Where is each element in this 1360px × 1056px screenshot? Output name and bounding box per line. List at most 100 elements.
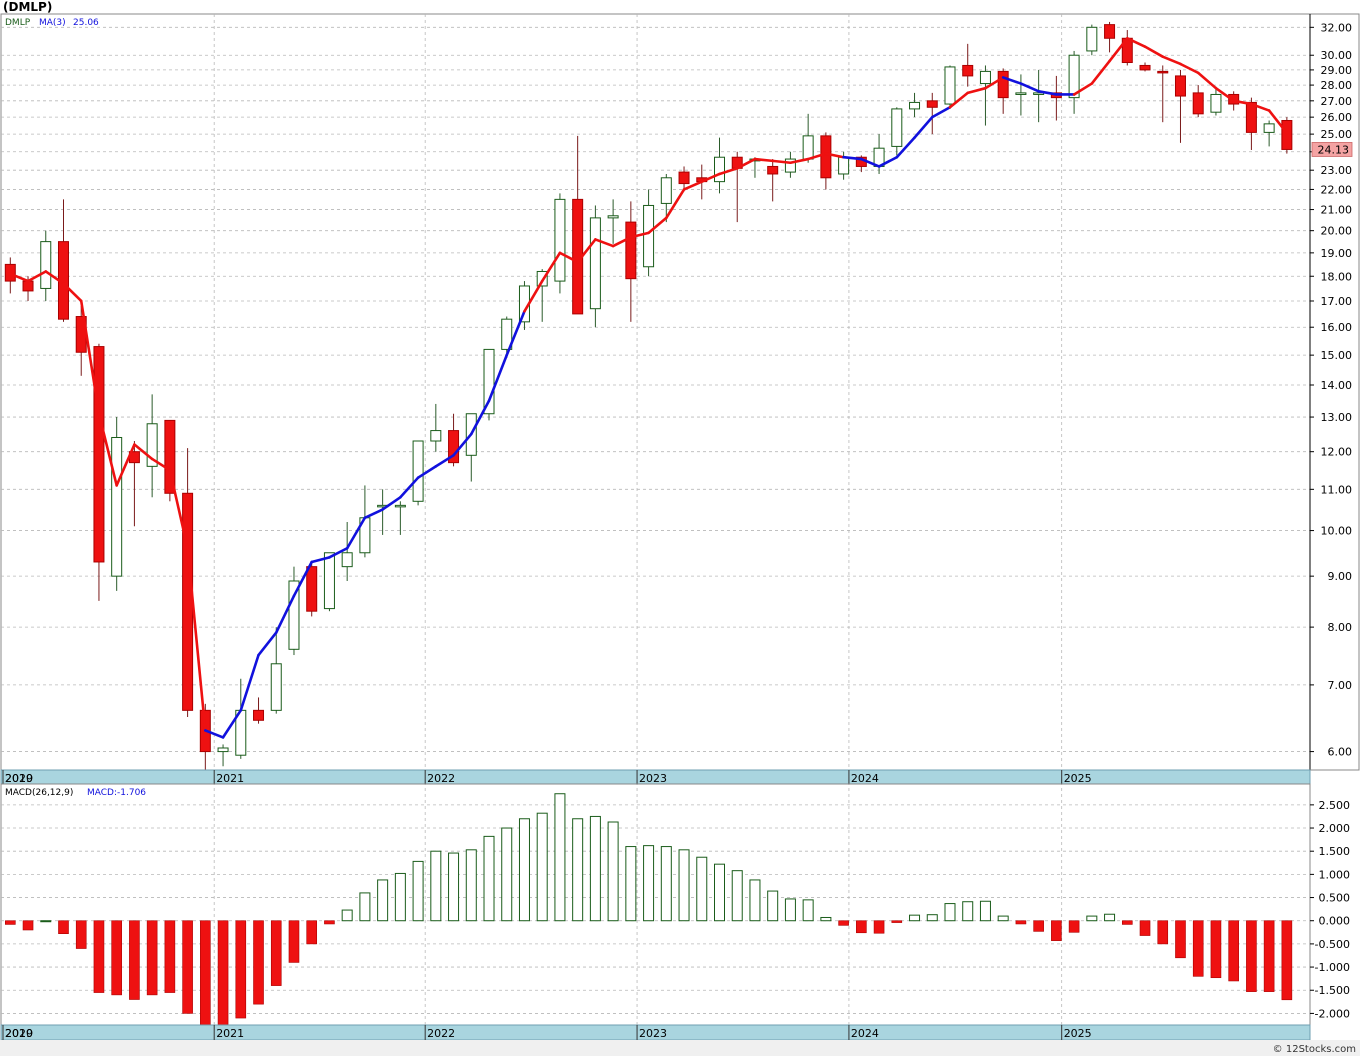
macd-y-tick-label: 2.000 xyxy=(1319,822,1351,835)
candle-up xyxy=(1015,92,1027,95)
macd-y-tick-label: -0.500 xyxy=(1315,938,1350,951)
candle-down xyxy=(93,346,105,563)
macd-bar-positive xyxy=(483,835,495,922)
macd-bar-positive xyxy=(554,793,566,922)
candle-up xyxy=(1210,93,1222,113)
price-y-tick-label: 25.00 xyxy=(1321,128,1353,141)
macd-bar-positive xyxy=(341,909,353,922)
price-y-tick-label: 20.00 xyxy=(1321,225,1353,238)
price-y-tick-label: 11.00 xyxy=(1321,483,1353,496)
macd-bar-negative xyxy=(1210,920,1222,979)
macd-bar-negative xyxy=(111,920,122,996)
macd-bar-negative xyxy=(1263,920,1275,992)
candle-up xyxy=(394,504,406,508)
macd-bar-negative xyxy=(856,920,867,934)
price-y-tick-label: 9.00 xyxy=(1328,570,1353,583)
macd-y-tick-label: 1.500 xyxy=(1319,845,1351,858)
macd-bar-negative xyxy=(146,920,158,996)
candle-up xyxy=(483,348,495,415)
macd-bar-positive xyxy=(944,903,956,922)
macd-bar-positive xyxy=(394,872,406,922)
macd-bar-positive xyxy=(820,916,832,922)
price-y-tick-label: 27.00 xyxy=(1321,95,1353,108)
candle-up xyxy=(1086,26,1098,52)
candle-down xyxy=(1281,119,1293,150)
candle-up xyxy=(944,66,956,105)
year-label: 2025 xyxy=(1064,772,1092,785)
macd-bar-positive xyxy=(749,879,761,922)
macd-bar-negative xyxy=(93,920,105,993)
macd-bar-negative xyxy=(838,920,849,926)
macd-bar-negative xyxy=(217,920,229,1028)
price-y-tick-label: 28.00 xyxy=(1321,79,1353,92)
macd-bar-negative xyxy=(1281,920,1293,1001)
macd-bar-positive xyxy=(714,863,725,922)
macd-bar-positive xyxy=(802,899,814,922)
candle-up xyxy=(979,70,991,85)
macd-plot-area xyxy=(0,783,1311,1026)
macd-bar-negative xyxy=(5,920,16,925)
macd-bar-negative xyxy=(288,920,300,963)
macd-y-tick-label: 2.500 xyxy=(1319,799,1351,812)
macd-bar-positive xyxy=(1104,913,1116,922)
candle-down xyxy=(926,100,938,108)
year-label: 2024 xyxy=(851,1027,879,1040)
candle-up xyxy=(589,217,601,310)
price-y-tick-label: 6.00 xyxy=(1328,746,1353,759)
macd-bar-positive xyxy=(625,846,637,922)
price-y-tick-label: 17.00 xyxy=(1321,295,1353,308)
macd-bar-negative xyxy=(1139,920,1151,936)
macd-bar-positive xyxy=(1086,915,1098,922)
year-label: 2022 xyxy=(427,772,455,785)
macd-bar-negative xyxy=(22,920,34,931)
macd-bar-positive xyxy=(359,892,371,922)
candle-down xyxy=(253,709,265,721)
macd-y-tick-label: -1.500 xyxy=(1315,984,1350,997)
macd-y-tick-label: 0.500 xyxy=(1319,892,1351,905)
price-y-tick-label: 10.00 xyxy=(1321,525,1353,538)
macd-bar-negative xyxy=(1192,920,1204,977)
price-y-tick-label: 26.00 xyxy=(1321,111,1353,124)
price-legend-symbol: DMLP xyxy=(5,18,31,28)
macd-bar-negative xyxy=(1033,920,1044,932)
macd-bar-positive xyxy=(430,850,442,922)
macd-bar-negative xyxy=(253,920,264,1005)
candle-up xyxy=(217,747,229,753)
macd-bar-positive xyxy=(660,846,672,922)
price-y-tick-label: 32.00 xyxy=(1321,21,1353,34)
macd-bar-positive xyxy=(696,856,708,922)
macd-bar-negative xyxy=(1068,920,1080,933)
chart-title: (DMLP) xyxy=(3,0,53,14)
macd-y-tick-label: -2.000 xyxy=(1315,1007,1350,1020)
macd-bar-negative xyxy=(1121,920,1133,925)
macd-bar-negative xyxy=(1228,920,1239,982)
candle-up xyxy=(1263,123,1275,133)
year-label: 2025 xyxy=(1064,1027,1092,1040)
watermark: © 12Stocks.com xyxy=(1273,1044,1356,1055)
macd-bar-positive xyxy=(784,898,796,922)
macd-bar-negative xyxy=(182,920,193,1014)
candle-down xyxy=(962,64,974,77)
macd-bar-negative xyxy=(270,920,282,986)
price-y-tick-label: 23.00 xyxy=(1321,164,1353,177)
macd-bar-positive xyxy=(962,901,974,922)
macd-bar-negative xyxy=(324,920,335,925)
price-y-tick-label: 19.00 xyxy=(1321,247,1353,260)
candle-up xyxy=(714,156,725,183)
price-y-tick-label: 15.00 xyxy=(1321,349,1353,362)
macd-bar-positive xyxy=(536,812,548,922)
candle-up xyxy=(341,552,353,568)
candle-down xyxy=(22,280,34,292)
candle-down xyxy=(1174,75,1186,97)
candle-down xyxy=(182,492,194,711)
macd-bar-negative xyxy=(200,920,211,1028)
macd-bar-positive xyxy=(518,818,530,922)
macd-bar-positive xyxy=(377,879,389,922)
macd-bar-positive xyxy=(926,914,938,922)
macd-bar-negative xyxy=(58,920,69,934)
macd-bar-positive xyxy=(448,852,460,922)
year-label: 2023 xyxy=(639,772,667,785)
macd-bar-negative xyxy=(129,920,140,1000)
ma3-line-segment xyxy=(842,155,863,161)
price-y-tick-label: 30.00 xyxy=(1321,49,1353,62)
